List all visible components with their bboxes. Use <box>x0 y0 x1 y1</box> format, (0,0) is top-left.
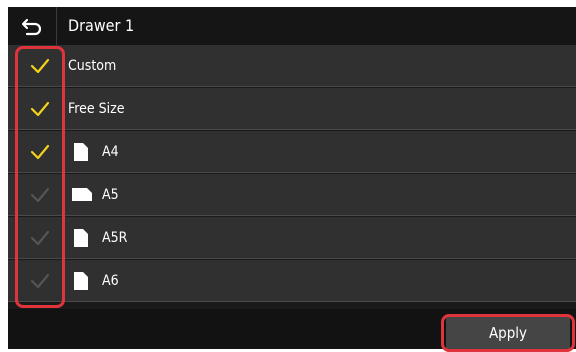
row-divider <box>8 215 576 216</box>
header-bar: Drawer 1 <box>8 7 576 45</box>
check-icon <box>30 101 50 117</box>
back-button[interactable] <box>8 7 56 45</box>
portrait-paper-icon <box>74 143 88 161</box>
list-item-label: A6 <box>102 273 119 289</box>
page-title: Drawer 1 <box>68 16 135 35</box>
row-divider <box>8 172 576 173</box>
row-divider <box>8 86 576 87</box>
list-item-label: A5 <box>102 187 119 203</box>
landscape-paper-icon <box>72 188 92 201</box>
check-icon <box>30 273 50 289</box>
list-item-label: A4 <box>102 144 119 160</box>
row-divider <box>8 258 576 259</box>
check-icon <box>30 144 50 160</box>
list-item-a5r[interactable]: A5R <box>8 217 576 259</box>
list-item-free-size[interactable]: Free Size <box>8 88 576 130</box>
back-arrow-icon <box>21 18 42 36</box>
footer-bar: Apply <box>8 309 576 351</box>
list-item-label: A5R <box>102 230 128 246</box>
check-icon <box>30 58 50 74</box>
list-item-a6[interactable]: A6 <box>8 260 576 302</box>
list-item-label: Custom <box>68 58 117 74</box>
apply-button[interactable]: Apply <box>446 317 570 351</box>
screen: Drawer 1 Custom Free Size A4 A5 A5R A6 A… <box>8 7 576 351</box>
portrait-paper-icon <box>74 229 88 247</box>
portrait-paper-icon <box>74 272 88 290</box>
row-divider <box>8 301 576 302</box>
list-item-custom[interactable]: Custom <box>8 45 576 87</box>
check-icon <box>30 230 50 246</box>
check-icon <box>30 187 50 203</box>
list-item-a4[interactable]: A4 <box>8 131 576 173</box>
list-item-a5[interactable]: A5 <box>8 174 576 216</box>
list-item-label: Free Size <box>68 101 125 117</box>
row-divider <box>8 129 576 130</box>
header-divider <box>56 7 57 45</box>
